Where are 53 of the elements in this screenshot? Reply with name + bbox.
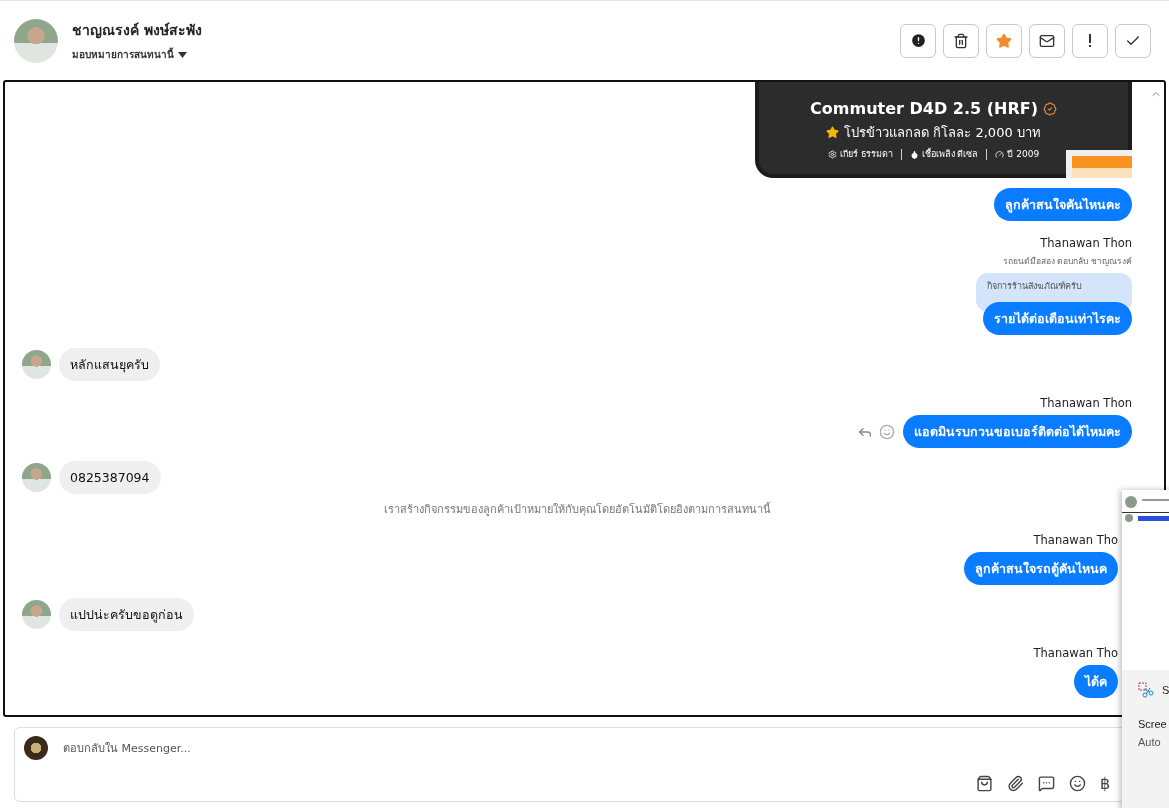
unread-button[interactable] <box>1029 23 1065 58</box>
baht-button[interactable]: ฿ <box>1100 774 1110 793</box>
spec-text: เกียร์ ธรรมดา <box>839 148 893 161</box>
incoming-message: แปปน่ะครับขอดูก่อน <box>59 598 194 631</box>
outgoing-message: รายได้ต่อเดือนเท่าไรคะ <box>983 302 1132 335</box>
trash-icon <box>953 32 969 49</box>
avatar-icon <box>24 736 48 760</box>
outgoing-message: ได้ค <box>1074 665 1118 698</box>
thumbnail-drawing <box>1066 150 1132 178</box>
notification-text: Auto <box>1138 736 1162 748</box>
spam-button[interactable] <box>900 23 936 58</box>
chat-button[interactable] <box>1038 775 1055 792</box>
contact-name: ชาญณรงค์ พงษ์สะพัง <box>72 21 203 41</box>
verified-icon <box>1042 101 1057 116</box>
emoji-button[interactable] <box>1069 775 1086 792</box>
assign-link[interactable]: มอบหมายการสนทนานี้ <box>72 47 174 62</box>
gear-icon <box>827 149 837 159</box>
avatar-icon <box>14 18 58 63</box>
outgoing-message: แอดมินรบกวนขอเบอร์ติดต่อได้ไหมคะ <box>903 415 1132 448</box>
outgoing-message: ลูกค้าสนใจรถตู้คันไหนค <box>964 552 1118 585</box>
reply-info: รถยนต์มือสอง ตอบกลับ ชาญณรงค์ <box>1002 255 1132 267</box>
avatar-icon <box>22 600 51 629</box>
outgoing-message: ลูกค้าสนใจคันไหนคะ <box>994 188 1132 221</box>
drop-icon <box>909 149 919 159</box>
attach-button[interactable] <box>1007 775 1024 792</box>
gauge-icon <box>995 149 1005 159</box>
incoming-message: 0825387094 <box>59 461 161 494</box>
notification-text: Scree <box>1138 718 1168 730</box>
star-icon <box>826 126 840 139</box>
avatar-icon <box>22 463 51 492</box>
alert-icon <box>909 32 927 49</box>
sender-name: Thanawan Tho <box>1033 533 1118 547</box>
star-icon <box>996 32 1012 49</box>
sender-name: Thanawan Thon <box>1040 396 1132 410</box>
sender-name: Thanawan Tho <box>1033 646 1118 660</box>
star-button[interactable] <box>986 23 1022 58</box>
car-ad-card[interactable]: Commuter D4D 2.5 (HRF) โปรข้าวแลกลด กิโลละ 2,000 บาท เกียร์ ธรรมดา เชื้อเพลิง ดีเซล ปี 2009 <box>755 82 1132 178</box>
caret-icon <box>178 51 187 58</box>
scissors-icon <box>1138 682 1154 698</box>
system-notice: เราสร้างกิจกรรมของลูกค้าเป้าหมายให้กับคุณโดยอัตโนมัติโดยอิงตามการสนทนานี้ <box>383 501 771 518</box>
promo-text: โปรข้าวแลกลด กิโลละ 2,000 บาท <box>844 124 1041 142</box>
trash-button[interactable] <box>943 23 979 58</box>
spec-text: เชื้อเพลิง ดีเซล <box>921 147 979 161</box>
mail-icon <box>1039 32 1055 49</box>
exclamation-icon <box>1088 33 1092 48</box>
avatar-icon <box>22 350 51 379</box>
sender-name: Thanawan Thon <box>1040 236 1132 250</box>
incoming-message: หลักแสนยุครับ <box>59 348 160 381</box>
app-name: S <box>1162 684 1169 696</box>
car-title: Commuter D4D 2.5 (HRF) <box>810 99 1038 118</box>
bag-button[interactable] <box>976 775 993 792</box>
notification-popup[interactable]: S Scree Auto <box>1122 490 1169 808</box>
spec-text: ปี 2009 <box>1007 148 1040 161</box>
